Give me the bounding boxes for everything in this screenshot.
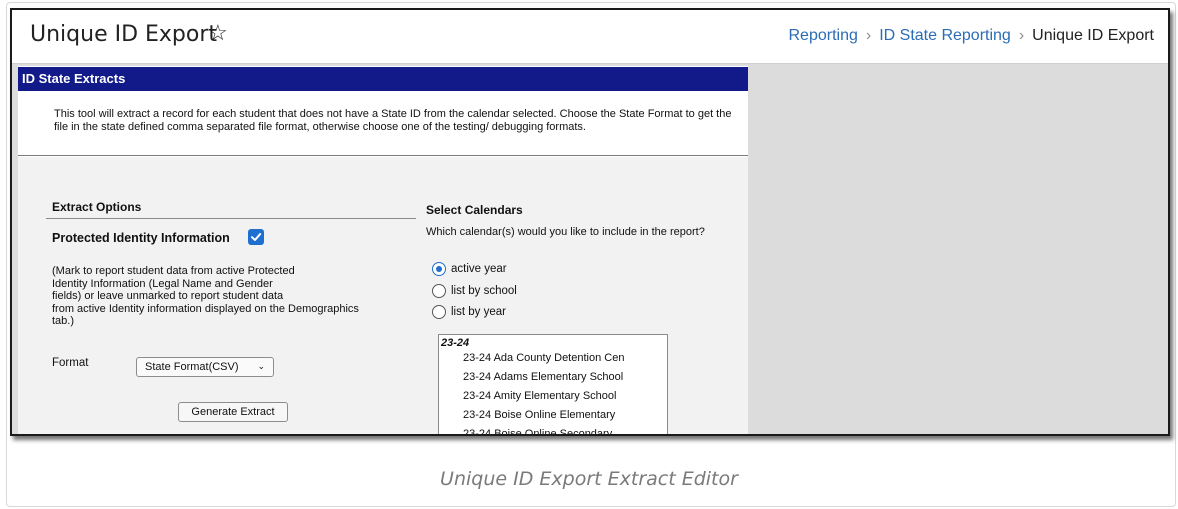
pii-note: (Mark to report student data from active…	[52, 265, 412, 328]
select-calendars-heading: Select Calendars	[426, 203, 523, 217]
breadcrumb-current: Unique ID Export	[1032, 27, 1154, 44]
figure-caption: Unique ID Export Extract Editor	[440, 468, 738, 490]
chevron-right-icon: ›	[865, 27, 872, 44]
calendar-option[interactable]: 23-24 Boise Online Elementary	[439, 406, 667, 425]
page-header: Unique ID Export ☆ Reporting › ID State …	[12, 10, 1168, 64]
pii-note-line: tab.)	[52, 315, 75, 327]
checkmark-icon	[251, 233, 262, 241]
radio-button[interactable]	[432, 284, 446, 298]
calendar-question: Which calendar(s) would you like to incl…	[426, 226, 705, 238]
format-select-value: State Format(CSV)	[145, 361, 239, 373]
calendar-option[interactable]: 23-24 Amity Elementary School	[439, 387, 667, 406]
radio-button[interactable]	[432, 305, 446, 319]
calendar-option[interactable]: 23-24 Boise Online Secondary	[439, 425, 667, 434]
radio-list-by-school[interactable]: list by school	[432, 284, 517, 298]
format-select[interactable]: State Format(CSV) ⌄	[136, 357, 274, 377]
pii-note-line: from active Identity information display…	[52, 302, 359, 315]
page-title: Unique ID Export	[30, 22, 218, 47]
calendar-group-label: 23-24	[441, 337, 470, 349]
calendar-list[interactable]: 23-24 23-24 Ada County Detention Cen 23-…	[438, 334, 668, 434]
breadcrumb-id-state-reporting[interactable]: ID State Reporting	[879, 27, 1011, 45]
calendar-option[interactable]: 23-24 Ada County Detention Cen	[439, 349, 667, 368]
radio-label: list by year	[451, 306, 506, 318]
chevron-down-icon: ⌄	[257, 361, 265, 371]
divider	[18, 155, 748, 156]
radio-active-year[interactable]: active year	[432, 262, 507, 276]
radio-button[interactable]	[432, 262, 446, 276]
app-screenshot: Unique ID Export ☆ Reporting › ID State …	[10, 8, 1170, 436]
pii-checkbox[interactable]	[248, 229, 264, 245]
generate-extract-button[interactable]: Generate Extract	[178, 402, 288, 422]
calendar-option[interactable]: 23-24 Adams Elementary School	[439, 368, 667, 387]
radio-label: active year	[451, 263, 507, 275]
pii-note-line: Identity Information (Legal Name and Gen…	[52, 277, 273, 290]
panel-description: This tool will extract a record for each…	[54, 108, 732, 133]
pii-note-line: fields) or leave unmarked to report stud…	[52, 290, 284, 302]
pii-label: Protected Identity Information	[52, 231, 230, 245]
divider	[46, 218, 416, 219]
radio-label: list by school	[451, 285, 517, 297]
star-icon[interactable]: ☆	[208, 20, 228, 46]
breadcrumb-reporting[interactable]: Reporting	[789, 27, 858, 45]
panel-title: ID State Extracts	[18, 67, 748, 91]
extract-options-heading: Extract Options	[52, 200, 142, 214]
extract-editor-panel: ID State Extracts This tool will extract…	[18, 66, 748, 434]
radio-list-by-year[interactable]: list by year	[432, 305, 506, 319]
chevron-right-icon: ›	[1018, 27, 1025, 44]
breadcrumb: Reporting › ID State Reporting › Unique …	[789, 27, 1155, 45]
format-label: Format	[52, 357, 89, 369]
pii-note-line: (Mark to report student data from active…	[52, 265, 295, 277]
